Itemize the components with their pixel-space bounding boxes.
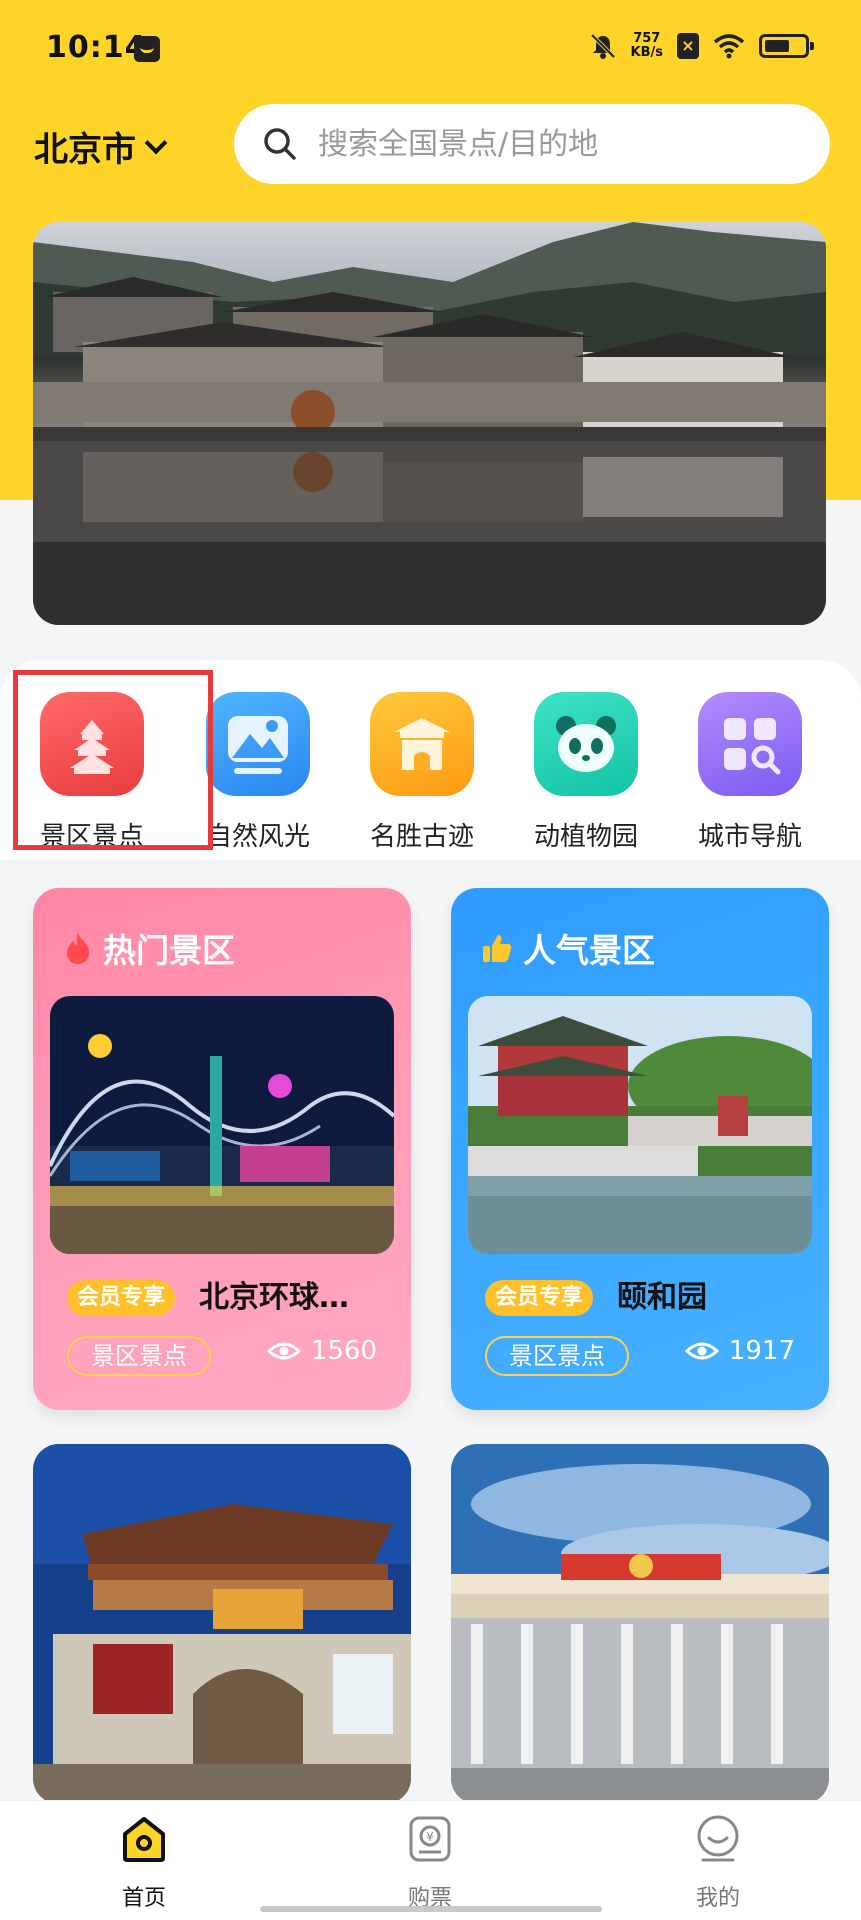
- category-tag: 景区景点: [485, 1336, 629, 1376]
- banner-carousel[interactable]: [33, 222, 826, 625]
- mountain-icon: [206, 692, 310, 796]
- svg-text:¥: ¥: [426, 1830, 434, 1844]
- network-speed: 757 KB/s: [631, 32, 663, 60]
- sim-off-icon: ×: [677, 33, 699, 59]
- member-exclusive-badge: 会员专享: [67, 1280, 176, 1316]
- attraction-tile[interactable]: [33, 1444, 411, 1804]
- tab-label: 我的: [695, 1886, 740, 1911]
- category-label: 城市导航: [697, 822, 802, 852]
- thumbs-up-icon: [483, 935, 512, 962]
- status-bar: 10:14 757 KB/s ×: [0, 0, 861, 100]
- view-count: 1560: [266, 1336, 377, 1366]
- search-bar[interactable]: [234, 104, 830, 184]
- flame-icon: [67, 933, 89, 964]
- city-selector[interactable]: 北京市: [34, 122, 168, 171]
- spot-name: 北京环球…: [199, 1280, 349, 1315]
- status-time: 10:14: [46, 30, 147, 65]
- home-indicator[interactable]: [260, 1906, 602, 1912]
- gate-icon: [370, 692, 474, 796]
- network-speed-unit: KB/s: [630, 45, 663, 60]
- category-label: 名胜古迹: [369, 822, 474, 852]
- search-icon: [264, 128, 296, 160]
- wifi-icon: [713, 34, 745, 59]
- home-icon: [123, 1817, 165, 1862]
- view-count-value: 1917: [728, 1336, 795, 1366]
- view-count-value: 1560: [310, 1336, 377, 1366]
- category-zoos-gardens[interactable]: 动植物园: [516, 692, 656, 853]
- selection-highlight-box: [13, 670, 213, 850]
- battery-icon: [759, 34, 814, 58]
- banner-image: [33, 222, 826, 625]
- tab-profile[interactable]: 我的: [658, 1814, 778, 1912]
- popular-spots-title: 人气景区: [481, 924, 655, 972]
- status-icons: 757 KB/s ×: [589, 32, 814, 60]
- eye-icon: [684, 1342, 719, 1360]
- hot-spots-card[interactable]: 热门景区 会员专享 北京环球… 景区景点 1560: [33, 888, 411, 1410]
- chevron-down-icon: [144, 131, 168, 154]
- card-title-text: 热门景区: [103, 931, 235, 970]
- search-input[interactable]: [318, 126, 798, 162]
- grid-search-icon: [698, 692, 802, 796]
- member-exclusive-badge: 会员专享: [485, 1280, 594, 1316]
- view-count: 1917: [684, 1336, 795, 1366]
- category-city-navigation[interactable]: 城市导航: [680, 692, 820, 853]
- bell-muted-icon: [590, 33, 615, 59]
- popular-spot-image: [468, 996, 812, 1254]
- tab-home[interactable]: 首页: [84, 1814, 204, 1912]
- tab-label: 首页: [121, 1886, 166, 1911]
- notification-icon: [134, 36, 160, 62]
- panda-icon: [534, 692, 638, 796]
- profile-icon: [697, 1815, 739, 1862]
- attraction-image: [33, 1444, 411, 1804]
- category-label: 动植物园: [533, 822, 638, 852]
- ticket-icon: ¥: [409, 1816, 451, 1862]
- category-tag: 景区景点: [67, 1336, 211, 1376]
- popular-spots-card[interactable]: 人气景区 会员专享 颐和园 景区景点 1917: [451, 888, 829, 1410]
- attraction-tile[interactable]: [451, 1444, 829, 1804]
- city-name: 北京市: [34, 130, 136, 170]
- eye-icon: [266, 1342, 301, 1360]
- category-historic-sites[interactable]: 名胜古迹: [352, 692, 492, 853]
- spot-name: 颐和园: [617, 1280, 707, 1315]
- hot-spot-image: [50, 996, 394, 1254]
- card-title-text: 人气景区: [523, 931, 655, 970]
- network-speed-value: 757: [633, 31, 661, 46]
- attraction-image: [451, 1444, 829, 1804]
- tab-tickets[interactable]: ¥ 购票: [370, 1814, 490, 1912]
- hot-spots-title: 热门景区: [63, 924, 235, 972]
